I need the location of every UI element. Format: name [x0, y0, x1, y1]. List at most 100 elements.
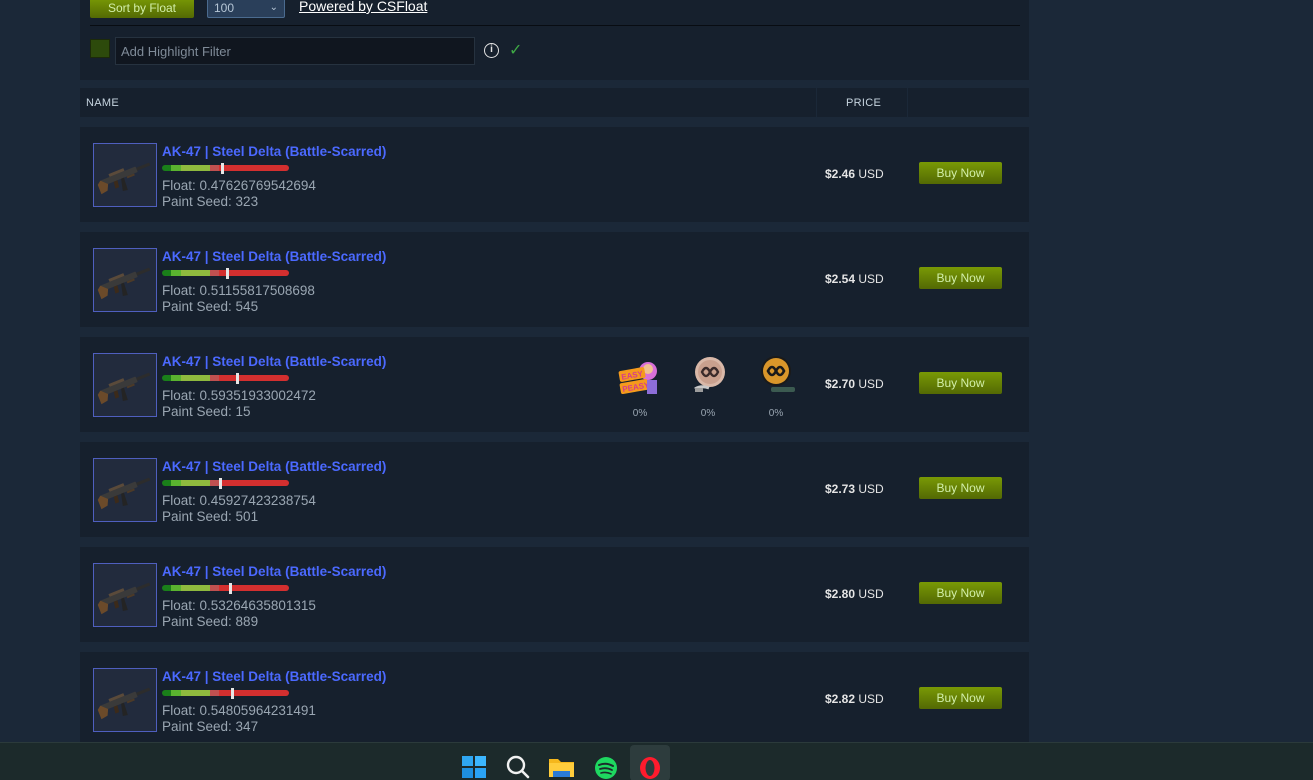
check-icon: ✓ — [509, 42, 523, 59]
listing-row: AK-47 | Steel Delta (Battle-Scarred) Flo… — [80, 337, 1029, 432]
wear-segment — [170, 270, 182, 276]
float-value: Float: 0.47626769542694 — [162, 178, 316, 193]
wear-segment — [219, 270, 289, 276]
wear-segment — [210, 480, 220, 486]
hellraisers-gold-sticker-icon — [751, 355, 801, 406]
wear-segment — [181, 585, 211, 591]
float-wear-bar — [162, 585, 289, 591]
buy-now-button[interactable]: Buy Now — [919, 372, 1002, 394]
divider — [90, 25, 1020, 26]
float-value: Float: 0.59351933002472 — [162, 388, 316, 403]
column-separator — [816, 88, 817, 117]
float-marker — [231, 688, 234, 699]
wear-segment — [219, 690, 289, 696]
price-amount: $2.80 — [825, 587, 856, 601]
float-wear-bar — [162, 165, 289, 171]
wear-segment — [181, 375, 211, 381]
listing-row: AK-47 | Steel Delta (Battle-Scarred) Flo… — [80, 547, 1029, 642]
windows-start-icon[interactable] — [456, 749, 494, 780]
wear-segment — [170, 165, 182, 171]
item-name-link[interactable]: AK-47 | Steel Delta (Battle-Scarred) — [162, 669, 386, 684]
wear-segment — [181, 480, 211, 486]
buy-now-button[interactable]: Buy Now — [919, 162, 1002, 184]
sticker-wear: 0% — [632, 408, 648, 419]
powered-by-link[interactable]: Powered by CSFloat — [299, 0, 427, 14]
price-currency: USD — [858, 692, 884, 706]
float-marker — [236, 373, 239, 384]
paint-seed: Paint Seed: 323 — [162, 194, 259, 209]
buy-now-button[interactable]: Buy Now — [919, 582, 1002, 604]
opera-icon[interactable] — [631, 749, 669, 780]
float-value: Float: 0.51155817508698 — [162, 283, 315, 298]
price: $2.80 USD — [825, 587, 884, 601]
price-currency: USD — [858, 272, 884, 286]
float-marker — [219, 478, 222, 489]
float-marker — [226, 268, 229, 279]
page-size-value: 100 — [214, 1, 235, 15]
item-name-link[interactable]: AK-47 | Steel Delta (Battle-Scarred) — [162, 144, 386, 159]
item-thumbnail[interactable] — [93, 248, 157, 312]
listing-row: AK-47 | Steel Delta (Battle-Scarred) Flo… — [80, 127, 1029, 222]
price-currency: USD — [858, 377, 884, 391]
price: $2.82 USD — [825, 692, 884, 706]
listing-row: AK-47 | Steel Delta (Battle-Scarred) Flo… — [80, 442, 1029, 537]
item-name-link[interactable]: AK-47 | Steel Delta (Battle-Scarred) — [162, 459, 386, 474]
wear-segment — [162, 690, 171, 696]
sticker[interactable]: 0% — [683, 355, 733, 419]
item-name-link[interactable]: AK-47 | Steel Delta (Battle-Scarred) — [162, 354, 386, 369]
paint-seed: Paint Seed: 889 — [162, 614, 259, 629]
listing-row: AK-47 | Steel Delta (Battle-Scarred) Flo… — [80, 652, 1029, 747]
listing-row: AK-47 | Steel Delta (Battle-Scarred) Flo… — [80, 232, 1029, 327]
column-header-price: PRICE — [846, 97, 882, 109]
wear-segment — [170, 375, 182, 381]
float-wear-bar — [162, 375, 289, 381]
item-thumbnail[interactable] — [93, 353, 157, 417]
price: $2.70 USD — [825, 377, 884, 391]
column-separator — [907, 88, 908, 117]
highlight-filter-input[interactable] — [115, 37, 475, 65]
wear-segment — [210, 270, 220, 276]
paint-seed: Paint Seed: 15 — [162, 404, 251, 419]
page-size-select[interactable]: 100 ⌄ — [207, 0, 285, 18]
sort-by-float-button[interactable]: Sort by Float — [90, 0, 194, 18]
info-icon[interactable]: i — [484, 43, 499, 58]
float-wear-bar — [162, 480, 289, 486]
item-name-link[interactable]: AK-47 | Steel Delta (Battle-Scarred) — [162, 564, 386, 579]
item-name-link[interactable]: AK-47 | Steel Delta (Battle-Scarred) — [162, 249, 386, 264]
easy-peasy-sticker-icon: EASY PEASY — [615, 355, 665, 406]
wear-segment — [210, 375, 220, 381]
float-marker — [221, 163, 224, 174]
sticker[interactable]: EASY PEASY 0% — [615, 355, 665, 419]
item-thumbnail[interactable] — [93, 563, 157, 627]
item-thumbnail[interactable] — [93, 668, 157, 732]
wear-segment — [162, 375, 171, 381]
highlight-color-picker[interactable] — [90, 39, 110, 58]
spotify-icon[interactable] — [587, 749, 625, 780]
wear-segment — [219, 375, 289, 381]
wear-segment — [162, 165, 171, 171]
column-header-name: NAME — [86, 97, 119, 109]
wear-segment — [210, 690, 220, 696]
wear-segment — [181, 270, 211, 276]
item-thumbnail[interactable] — [93, 143, 157, 207]
file-explorer-icon[interactable] — [543, 749, 581, 780]
float-wear-bar — [162, 690, 289, 696]
paint-seed: Paint Seed: 347 — [162, 719, 259, 734]
buy-now-button[interactable]: Buy Now — [919, 267, 1002, 289]
buy-now-button[interactable]: Buy Now — [919, 477, 1002, 499]
item-thumbnail[interactable] — [93, 458, 157, 522]
sticker[interactable]: 0% — [751, 355, 801, 419]
wear-segment — [219, 165, 289, 171]
price-amount: $2.70 — [825, 377, 856, 391]
buy-now-button[interactable]: Buy Now — [919, 687, 1002, 709]
listing-table-header: NAME PRICE — [80, 88, 1029, 117]
price-amount: $2.46 — [825, 167, 856, 181]
price-amount: $2.73 — [825, 482, 856, 496]
search-icon[interactable] — [499, 749, 537, 780]
wear-segment — [181, 690, 211, 696]
float-value: Float: 0.54805964231491 — [162, 703, 316, 718]
wear-segment — [181, 165, 211, 171]
price-amount: $2.54 — [825, 272, 856, 286]
price: $2.46 USD — [825, 167, 884, 181]
wear-segment — [219, 480, 289, 486]
